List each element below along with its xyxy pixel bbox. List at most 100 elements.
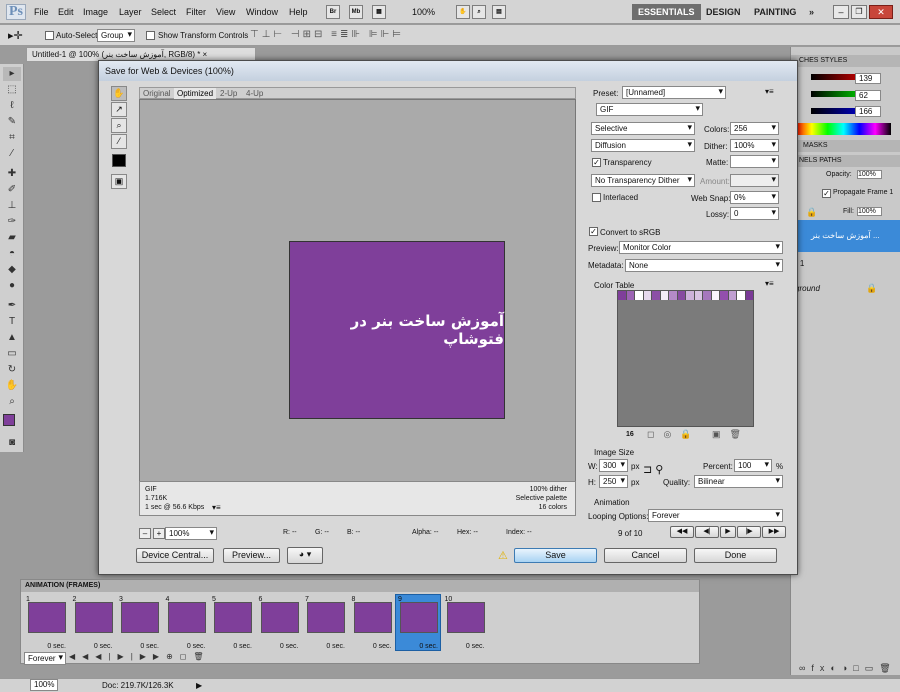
blur-tool-icon[interactable]: ◆ (3, 263, 21, 277)
restore-icon[interactable]: ❐ (851, 5, 867, 19)
auto-select-checkbox[interactable] (45, 31, 54, 40)
frame-delay[interactable]: 0 sec. (140, 643, 159, 650)
eyedropper-tool-icon[interactable]: ⁄ (3, 147, 21, 161)
constrain-link-icon[interactable]: ⊐ ⚲ (643, 463, 663, 476)
color-swatch[interactable] (677, 291, 686, 300)
color-swatch[interactable] (745, 291, 753, 300)
loop-dropdown[interactable]: Forever (24, 652, 66, 665)
save-button[interactable]: Save (514, 548, 597, 563)
looping-dropdown[interactable]: Forever (648, 509, 783, 522)
animation-frame[interactable]: 40 sec. (164, 595, 208, 650)
color-swatch[interactable] (694, 291, 703, 300)
prev-frame-icon[interactable]: ◀| (695, 526, 719, 538)
minimize-icon[interactable]: – (833, 5, 849, 19)
color-swatch[interactable] (728, 291, 737, 300)
toggle-slices-icon[interactable]: ▣ (111, 174, 127, 189)
hand-icon[interactable]: ✋ (456, 5, 470, 19)
menu-help[interactable]: Help (289, 7, 308, 17)
arrange-icon[interactable]: ▤ (492, 5, 506, 19)
blue-value[interactable]: 166 (855, 106, 881, 117)
preview-dropdown[interactable]: Monitor Color (619, 241, 783, 254)
preview-canvas[interactable]: آموزش ساخت بنر در فتوشاپ (139, 99, 576, 515)
color-swatch[interactable] (660, 291, 669, 300)
crop-tool-icon[interactable]: ⌗ (3, 131, 21, 145)
3d-rotate-icon[interactable]: ↻ (3, 363, 21, 377)
frame-delay[interactable]: 0 sec. (233, 643, 252, 650)
color-swatch[interactable] (643, 291, 652, 300)
menu-select[interactable]: Select (151, 7, 176, 17)
color-swatch[interactable] (618, 291, 627, 300)
play-icon[interactable]: ▶ (720, 526, 736, 538)
color-swatch[interactable] (686, 291, 695, 300)
healing-tool-icon[interactable]: ✚ (3, 167, 21, 181)
auto-select-dropdown[interactable]: Group (97, 29, 135, 42)
dither-algorithm-dropdown[interactable]: Diffusion (591, 139, 695, 152)
slice-select-icon[interactable]: ↗ (111, 102, 127, 117)
transparency-checkbox[interactable]: ✓ (592, 158, 601, 167)
preview-button[interactable]: Preview... (223, 548, 280, 563)
masks-tab[interactable]: MASKS (791, 140, 900, 152)
red-value[interactable]: 139 (855, 73, 881, 84)
quality-dropdown[interactable]: Bilinear (694, 475, 783, 488)
color-swatch[interactable] (703, 291, 712, 300)
animation-frame[interactable]: 60 sec. (257, 595, 301, 650)
mini-bridge-icon[interactable]: Mb (349, 5, 363, 19)
color-swatch[interactable] (669, 291, 678, 300)
dodge-tool-icon[interactable]: ● (3, 279, 21, 293)
channels-paths-tabs[interactable]: NELS PATHS (791, 155, 900, 167)
last-frame-icon[interactable]: ▶▶ (762, 526, 786, 538)
menu-layer[interactable]: Layer (119, 7, 142, 17)
format-dropdown[interactable]: GIF (596, 103, 703, 116)
move-tool-icon[interactable]: ▸✛ (8, 29, 23, 42)
brush-tool-icon[interactable]: ✐ (3, 183, 21, 197)
matte-dropdown[interactable] (730, 155, 779, 168)
hand-tool-icon[interactable]: ✋ (3, 379, 21, 393)
extras-icon[interactable]: ▦ (372, 5, 386, 19)
workspace-design[interactable]: DESIGN (700, 4, 747, 20)
show-transform-checkbox[interactable] (146, 31, 155, 40)
frame-delay[interactable]: 0 sec. (419, 643, 438, 650)
quick-select-icon[interactable]: ✎ (3, 115, 21, 129)
fill-value[interactable]: 100% (857, 207, 882, 216)
next-frame-icon[interactable]: |▶ (737, 526, 761, 538)
foreground-color-swatch[interactable] (3, 414, 15, 426)
layer-panel-icons[interactable]: ∞fx◐◑□▭🗑 (791, 663, 900, 674)
preset-menu-icon[interactable]: ▾≡ (765, 87, 774, 96)
green-value[interactable]: 62 (855, 90, 881, 101)
animation-controls[interactable]: ◀◀◀|▶|▶▶⊕◻🗑 (69, 652, 211, 661)
zoom-out-icon[interactable]: – (139, 528, 151, 539)
status-zoom[interactable]: 100% (30, 679, 59, 691)
animation-frame[interactable]: 50 sec. (210, 595, 254, 650)
quick-mask-icon[interactable]: ◙ (3, 436, 21, 450)
zoom-dropdown[interactable]: 100% (165, 527, 217, 540)
frame-delay[interactable]: 0 sec. (187, 643, 206, 650)
hand-icon[interactable]: ✋ (111, 86, 127, 101)
menu-filter[interactable]: Filter (186, 7, 206, 17)
transparency-dither-dropdown[interactable]: No Transparency Dither (591, 174, 695, 187)
zoom-in-icon[interactable]: + (153, 528, 165, 539)
tab-optimized[interactable]: Optimized (174, 88, 217, 99)
zoom-icon[interactable]: ⌕ (472, 5, 486, 19)
path-select-icon[interactable]: ▲ (3, 331, 21, 345)
history-brush-icon[interactable]: ✑ (3, 215, 21, 229)
animation-frame[interactable]: 30 sec. (117, 595, 161, 650)
color-table-icons[interactable]: ◻◎🔒 ▣🗑 (647, 429, 750, 440)
done-button[interactable]: Done (694, 548, 777, 563)
convert-srgb-checkbox[interactable]: ✓ (589, 227, 598, 236)
lasso-tool-icon[interactable]: ℓ (3, 99, 21, 113)
color-swatch[interactable] (711, 291, 720, 300)
dither-field[interactable]: 100% (730, 139, 779, 152)
color-spectrum[interactable] (796, 123, 891, 135)
bucket-tool-icon[interactable]: ◓ (3, 247, 21, 261)
color-table-menu-icon[interactable]: ▾≡ (765, 279, 774, 288)
color-swatch[interactable] (635, 291, 644, 300)
first-frame-icon[interactable]: ◀◀ (670, 526, 694, 538)
move-tool-icon[interactable]: ▸ (3, 67, 21, 81)
menu-view[interactable]: View (216, 7, 235, 17)
zoom-tool-icon[interactable]: ⌕ (3, 395, 21, 409)
frame-delay[interactable]: 0 sec. (47, 643, 66, 650)
frame-delay[interactable]: 0 sec. (326, 643, 345, 650)
preset-dropdown[interactable]: [Unnamed] (622, 86, 726, 99)
animation-frame[interactable]: 80 sec. (350, 595, 394, 650)
workspace-painting[interactable]: PAINTING (748, 4, 802, 20)
